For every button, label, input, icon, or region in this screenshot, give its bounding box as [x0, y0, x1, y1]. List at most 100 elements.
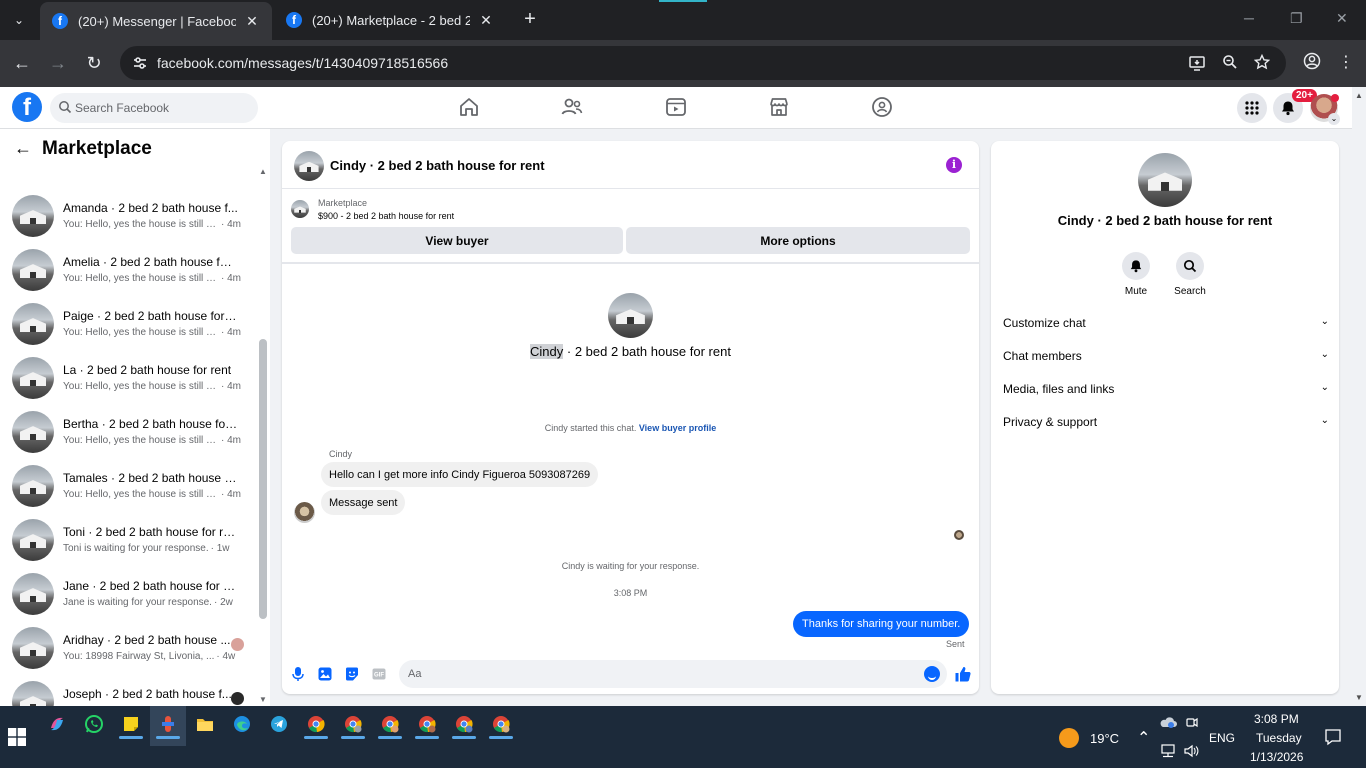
file-explorer-icon[interactable]: [195, 714, 215, 734]
privacy-support-section[interactable]: Privacy & support ⌄: [1003, 412, 1329, 432]
account-chevron-icon[interactable]: ⌄: [1328, 113, 1340, 125]
sticker-icon[interactable]: [344, 666, 360, 682]
zoom-icon[interactable]: [1222, 54, 1238, 70]
chrome-profile-icon[interactable]: [380, 714, 400, 734]
telegram-icon[interactable]: [269, 714, 289, 734]
conversation-avatar[interactable]: [12, 411, 54, 453]
sender-avatar[interactable]: [294, 502, 315, 523]
tab-search-chevron-icon[interactable]: ⌄: [6, 8, 32, 32]
conversation-avatar[interactable]: [12, 303, 54, 345]
mute-button[interactable]: Mute: [1106, 252, 1166, 297]
weather-sun-icon[interactable]: [1059, 728, 1079, 748]
language-indicator[interactable]: ENG: [1209, 731, 1235, 745]
mute-circle[interactable]: [1122, 252, 1150, 280]
clock-date[interactable]: 1/13/2026: [1250, 750, 1303, 764]
close-tab-icon[interactable]: ✕: [244, 13, 260, 30]
chrome-profile-icon[interactable]: [491, 714, 511, 734]
conversation-item[interactable]: Jane · 2 bed 2 bath house for re... Jane …: [0, 568, 256, 622]
conversation-item[interactable]: Amanda · 2 bed 2 bath house f... You: Hel…: [0, 190, 256, 244]
clock-day[interactable]: Tuesday: [1256, 731, 1302, 745]
video-icon[interactable]: [664, 95, 688, 119]
more-options-button[interactable]: More options: [626, 227, 970, 254]
chrome-profile-icon[interactable]: [343, 714, 363, 734]
conversation-avatar[interactable]: [12, 195, 54, 237]
install-app-icon[interactable]: [1188, 54, 1206, 72]
listing-title[interactable]: $900 - 2 bed 2 bath house for rent: [318, 211, 454, 221]
close-tab-icon[interactable]: ✕: [478, 12, 494, 29]
friends-icon[interactable]: [560, 95, 584, 119]
scrollbar-thumb[interactable]: [259, 339, 267, 619]
windows-start-icon[interactable]: [8, 728, 26, 746]
conversation-item[interactable]: Amelia · 2 bed 2 bath house for... You: H…: [0, 244, 256, 298]
info-icon[interactable]: i: [946, 157, 962, 173]
forward-arrow-icon[interactable]: →: [48, 53, 68, 73]
chrome-profile-icon[interactable]: [454, 714, 474, 734]
message-input[interactable]: Aa: [399, 660, 947, 688]
tab-messenger[interactable]: f (20+) Messenger | Facebook ✕: [40, 2, 272, 40]
conversation-item[interactable]: Joseph · 2 bed 2 bath house f...: [0, 676, 256, 706]
listing-thumbnail[interactable]: [291, 200, 309, 218]
scroll-up-icon[interactable]: ▲: [259, 167, 267, 176]
chat-avatar[interactable]: [294, 151, 324, 181]
conversation-item[interactable]: La · 2 bed 2 bath house for rent You: Hel…: [0, 352, 256, 406]
groups-icon[interactable]: [870, 95, 894, 119]
emoji-icon[interactable]: [924, 666, 940, 682]
conversation-item[interactable]: Tamales · 2 bed 2 bath house fo... You: H…: [0, 460, 256, 514]
customize-chat-section[interactable]: Customize chat ⌄: [1003, 313, 1329, 333]
sticky-notes-icon[interactable]: [121, 714, 141, 734]
conversation-avatar[interactable]: [12, 465, 54, 507]
facebook-search-input[interactable]: Search Facebook: [50, 93, 258, 123]
home-icon[interactable]: [457, 95, 481, 119]
incoming-message[interactable]: Message sent: [321, 490, 406, 515]
close-window-icon[interactable]: ✕: [1336, 10, 1348, 27]
scroll-down-icon[interactable]: ▼: [259, 695, 267, 704]
meet-now-icon[interactable]: [1185, 715, 1199, 729]
thumbs-up-icon[interactable]: [954, 665, 972, 683]
conversation-item[interactable]: Toni · 2 bed 2 bath house for rent Toni i…: [0, 514, 256, 568]
scroll-up-icon[interactable]: ▲: [1355, 91, 1363, 100]
conversation-avatar[interactable]: [12, 627, 54, 669]
network-icon[interactable]: [1159, 744, 1177, 758]
conversation-avatar[interactable]: [12, 573, 54, 615]
site-settings-icon[interactable]: [132, 55, 148, 71]
clock-time[interactable]: 3:08 PM: [1254, 712, 1299, 726]
chrome-profile-icon[interactable]: [417, 714, 437, 734]
incoming-message[interactable]: Hello can I get more info Cindy Figueroa…: [321, 462, 599, 487]
back-arrow-icon[interactable]: ←: [12, 53, 32, 73]
conversation-avatar[interactable]: [12, 249, 54, 291]
onedrive-icon[interactable]: [1159, 715, 1177, 729]
conversation-item[interactable]: Paige · 2 bed 2 bath house for r... You: …: [0, 298, 256, 352]
sidebar-scrollbar[interactable]: ▲ ▼: [256, 167, 270, 706]
copilot-icon[interactable]: [47, 714, 67, 734]
media-files-links-section[interactable]: Media, files and links ⌄: [1003, 379, 1329, 399]
volume-icon[interactable]: [1183, 744, 1199, 758]
scroll-down-icon[interactable]: ▼: [1355, 693, 1363, 702]
conversation-avatar[interactable]: [12, 357, 54, 399]
weather-temperature[interactable]: 19°C: [1090, 731, 1119, 746]
conversation-avatar[interactable]: [12, 519, 54, 561]
menu-grid-button[interactable]: [1237, 93, 1267, 123]
info-avatar[interactable]: [1138, 153, 1192, 207]
conversation-avatar[interactable]: [12, 681, 54, 706]
intro-avatar[interactable]: [608, 293, 653, 338]
minimize-window-icon[interactable]: ─: [1244, 10, 1254, 26]
outgoing-message[interactable]: Thanks for sharing your number.: [793, 611, 970, 637]
recorder-app-icon[interactable]: [158, 714, 178, 734]
edge-icon[interactable]: [232, 714, 252, 734]
notification-center-icon[interactable]: [1324, 728, 1342, 746]
tab-marketplace[interactable]: f (20+) Marketplace - 2 bed 2 bath house…: [274, 0, 506, 40]
chat-title[interactable]: Cindy · 2 bed 2 bath house for rent: [330, 158, 545, 173]
restore-window-icon[interactable]: ❐: [1290, 10, 1303, 27]
conversation-item[interactable]: Bertha · 2 bed 2 bath house for ... You: …: [0, 406, 256, 460]
bookmark-star-icon[interactable]: [1254, 54, 1270, 70]
gif-icon[interactable]: GIF: [371, 666, 387, 682]
view-buyer-profile-link[interactable]: View buyer profile: [639, 423, 716, 433]
view-buyer-button[interactable]: View buyer: [291, 227, 623, 254]
conversation-item[interactable]: Aridhay · 2 bed 2 bath house ... You: 189…: [0, 622, 256, 676]
back-arrow-icon[interactable]: ←: [14, 139, 32, 157]
marketplace-icon[interactable]: [767, 95, 791, 119]
address-bar[interactable]: facebook.com/messages/t/1430409718516566: [120, 46, 1286, 80]
photo-icon[interactable]: [317, 666, 333, 682]
chat-members-section[interactable]: Chat members ⌄: [1003, 346, 1329, 366]
browser-profile-icon[interactable]: [1303, 52, 1321, 70]
